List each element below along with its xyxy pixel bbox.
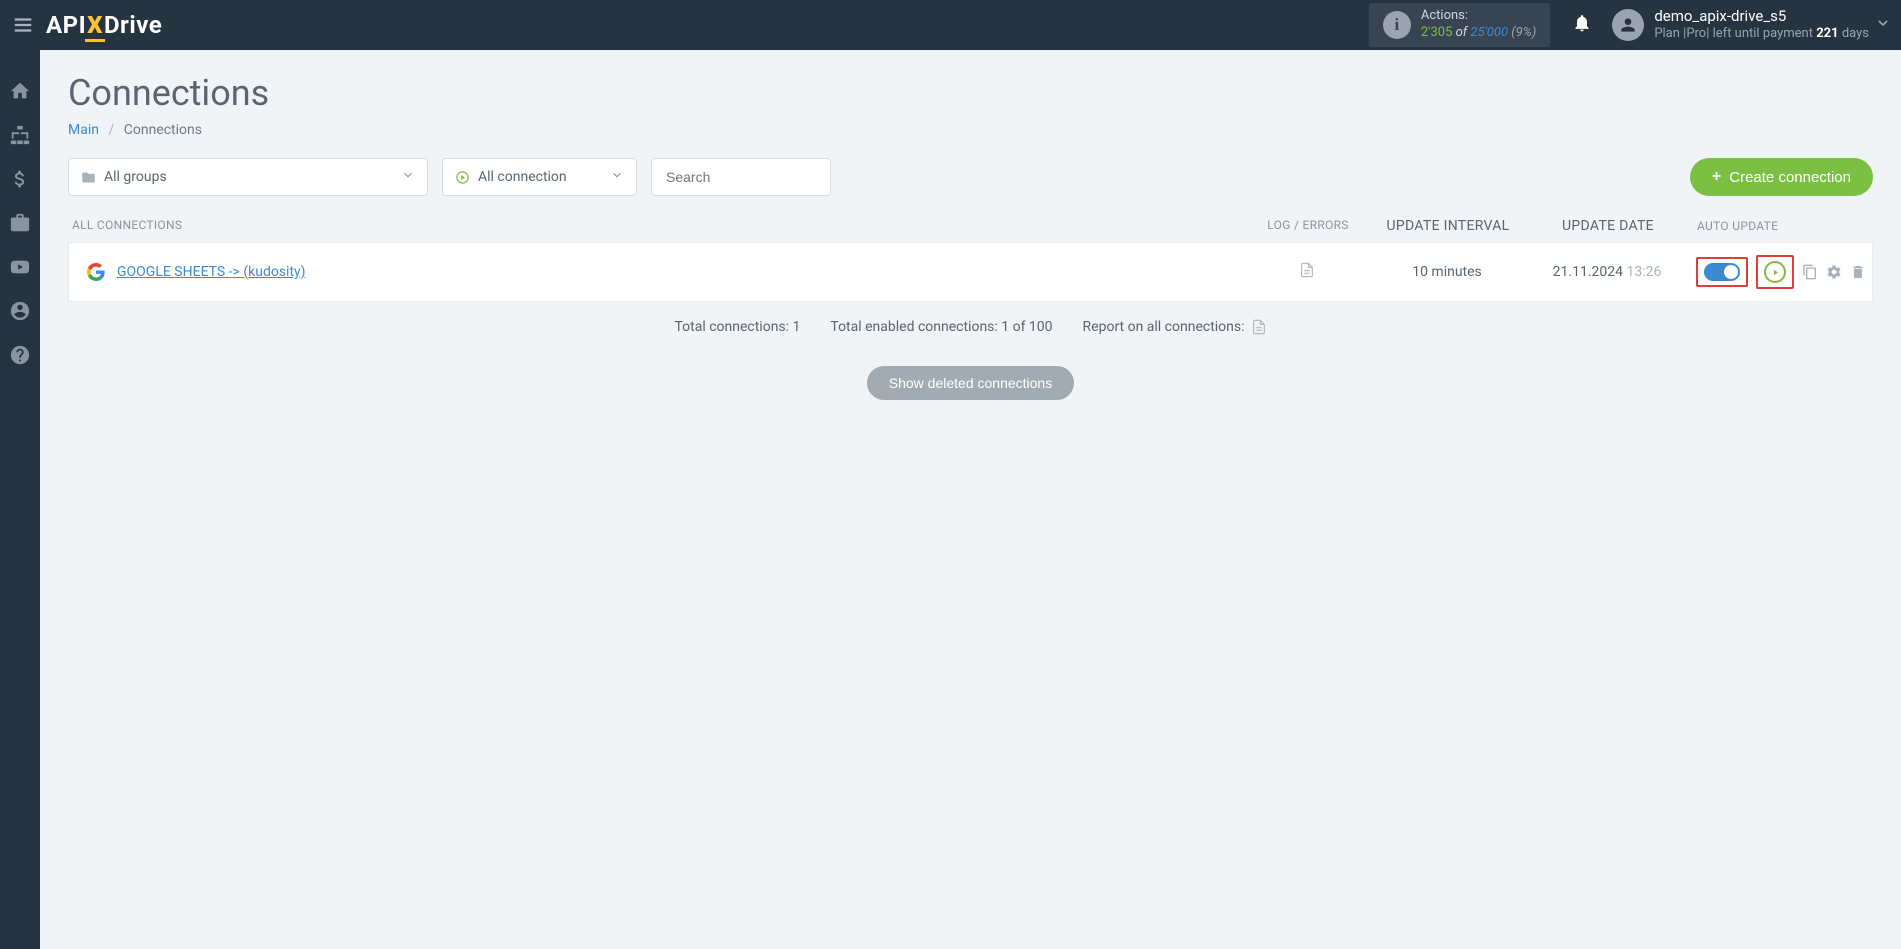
info-icon: i — [1383, 11, 1411, 39]
user-menu[interactable]: demo_apix-drive_s5 Plan |Pro| left until… — [1612, 7, 1869, 43]
sidebar-item-briefcase[interactable] — [9, 212, 31, 234]
logo-text-api: API — [46, 11, 86, 39]
sidebar — [0, 50, 40, 949]
table-header-row: ALL CONNECTIONS LOG / ERRORS UPDATE INTE… — [68, 210, 1873, 242]
connection-name-link[interactable]: GOOGLE SHEETS -> (kudosity) — [117, 264, 306, 280]
th-log: LOG / ERRORS — [1243, 218, 1373, 234]
auto-update-highlight — [1696, 257, 1748, 287]
total-connections: Total connections: 1 — [674, 319, 800, 335]
report-all-connections[interactable]: Report on all connections: — [1083, 318, 1267, 336]
avatar-icon — [1612, 9, 1644, 41]
report-document-icon — [1251, 318, 1267, 336]
search-input[interactable] — [651, 158, 831, 196]
connection-filter-dropdown[interactable]: All connection — [442, 158, 637, 196]
hamburger-icon[interactable] — [12, 14, 34, 36]
actions-of: of — [1456, 25, 1468, 40]
chevron-down-icon[interactable] — [1875, 15, 1891, 35]
logo-text-drive: Drive — [104, 11, 162, 39]
show-deleted-button[interactable]: Show deleted connections — [867, 366, 1074, 400]
totals-row: Total connections: 1 Total enabled conne… — [68, 302, 1873, 352]
create-connection-label: Create connection — [1729, 169, 1851, 186]
user-plan: Plan |Pro| left until payment 221 days — [1654, 26, 1869, 43]
folder-icon — [81, 170, 96, 185]
app-logo[interactable]: API X Drive — [46, 11, 162, 39]
create-connection-button[interactable]: + Create connection — [1690, 158, 1873, 196]
log-document-icon[interactable] — [1299, 261, 1315, 279]
main-content: Connections Main / Connections All group… — [40, 50, 1901, 949]
auto-update-toggle[interactable] — [1704, 263, 1740, 281]
sidebar-item-help[interactable] — [9, 344, 31, 366]
plus-icon: + — [1712, 168, 1721, 186]
logo-text-x: X — [87, 11, 103, 39]
actions-counter[interactable]: i Actions: 2'305 of 25'000 (9%) — [1369, 3, 1550, 47]
actions-label: Actions: — [1421, 8, 1536, 25]
connection-filter-label: All connection — [478, 169, 567, 185]
sidebar-item-billing[interactable] — [9, 168, 31, 190]
actions-percent: (9%) — [1511, 25, 1536, 40]
th-date: UPDATE DATE — [1523, 218, 1693, 234]
gear-icon[interactable] — [1826, 264, 1842, 280]
actions-used: 2'305 — [1421, 25, 1453, 40]
chevron-down-icon — [610, 168, 624, 186]
sidebar-item-sitemap[interactable] — [9, 124, 31, 146]
breadcrumb-current: Connections — [124, 122, 202, 138]
th-auto: AUTO UPDATE — [1693, 218, 1873, 234]
play-circle-icon — [455, 170, 470, 185]
bell-icon[interactable] — [1572, 13, 1592, 37]
update-interval-value: 10 minutes — [1372, 264, 1522, 280]
copy-icon[interactable] — [1802, 264, 1818, 280]
table-row: GOOGLE SHEETS -> (kudosity) 10 minutes 2… — [68, 242, 1873, 302]
toolbar: All groups All connection + Create conne… — [68, 158, 1873, 196]
th-interval: UPDATE INTERVAL — [1373, 218, 1523, 234]
user-name: demo_apix-drive_s5 — [1654, 7, 1869, 27]
update-date-value: 21.11.2024 13:26 — [1522, 264, 1692, 280]
run-now-button[interactable] — [1764, 261, 1786, 283]
trash-icon[interactable] — [1850, 264, 1866, 280]
breadcrumb: Main / Connections — [68, 122, 1873, 138]
groups-dropdown-label: All groups — [104, 169, 167, 185]
run-now-highlight — [1756, 255, 1794, 289]
sidebar-item-user[interactable] — [9, 300, 31, 322]
google-icon — [87, 263, 105, 281]
total-enabled-connections: Total enabled connections: 1 of 100 — [830, 319, 1052, 335]
sidebar-item-youtube[interactable] — [9, 256, 31, 278]
actions-total: 25'000 — [1470, 25, 1508, 40]
chevron-down-icon — [401, 168, 415, 186]
th-name: ALL CONNECTIONS — [68, 218, 1243, 234]
sidebar-item-home[interactable] — [9, 80, 31, 102]
page-title: Connections — [68, 72, 1873, 114]
app-header: API X Drive i Actions: 2'305 of 25'000 (… — [0, 0, 1901, 50]
breadcrumb-main[interactable]: Main — [68, 122, 99, 138]
groups-dropdown[interactable]: All groups — [68, 158, 428, 196]
